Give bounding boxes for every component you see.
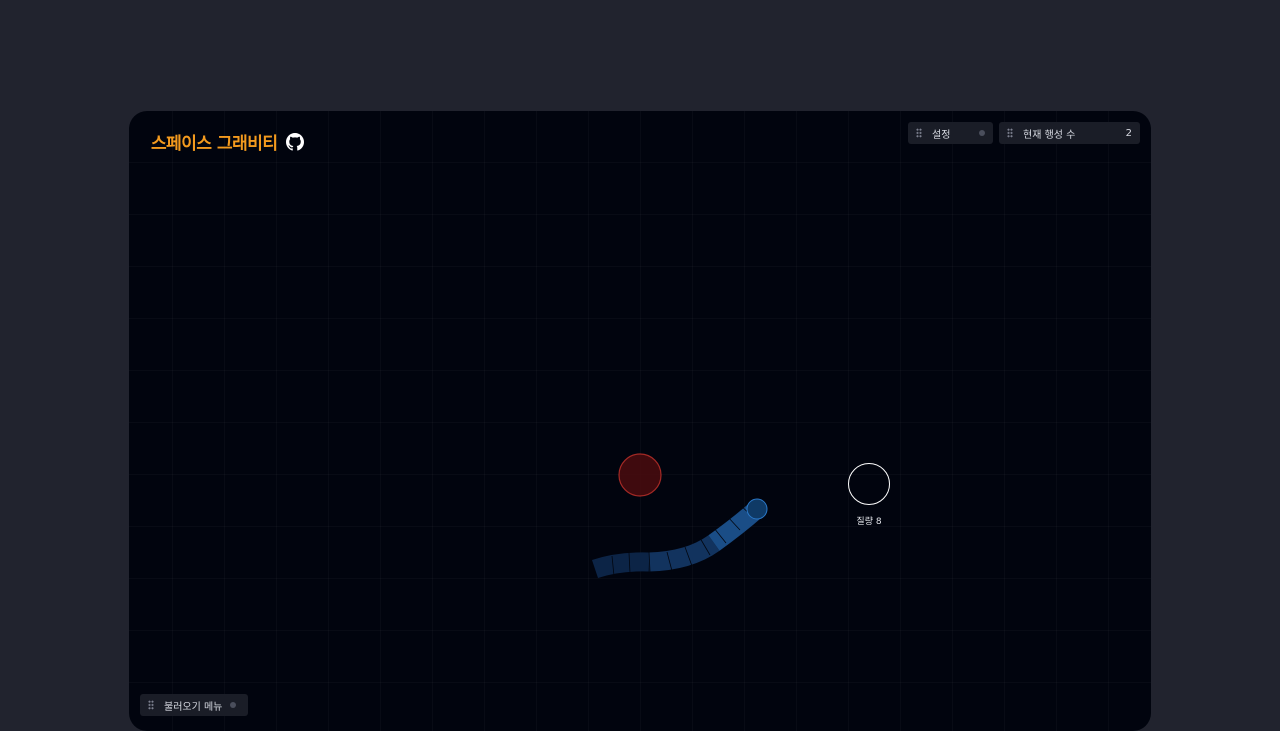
drag-handle-icon[interactable] bbox=[148, 700, 154, 710]
planet[interactable] bbox=[746, 498, 768, 520]
star[interactable] bbox=[618, 453, 662, 497]
simulation-canvas[interactable]: 스페이스 그래비티 설정 현재 행성 수 2 질량 8 불러오기 메뉴 bbox=[129, 111, 1151, 731]
load-menu-label: 불러오기 메뉴 bbox=[164, 701, 223, 713]
planet-trail bbox=[591, 501, 764, 579]
collapse-toggle-icon[interactable] bbox=[230, 702, 237, 708]
preview-planet[interactable] bbox=[848, 463, 890, 505]
preview-planet-mass-label: 질량 8 bbox=[856, 517, 882, 527]
load-menu-panel[interactable]: 불러오기 메뉴 bbox=[140, 694, 248, 716]
scene-svg bbox=[591, 453, 890, 579]
